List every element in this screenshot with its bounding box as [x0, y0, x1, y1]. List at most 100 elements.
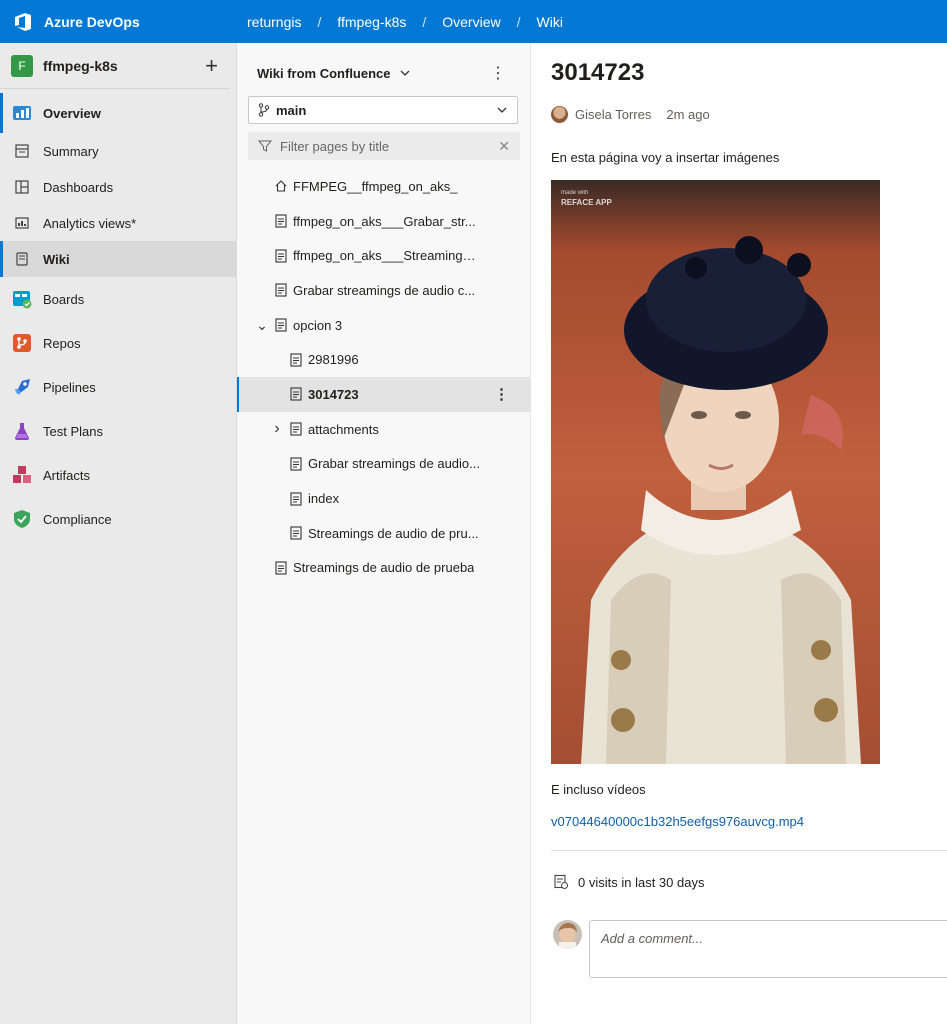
embedded-image: made with REFACE APP [551, 180, 880, 764]
page-author-row: Gisela Torres 2m ago [551, 106, 710, 123]
nav-item-overview[interactable]: Overview [0, 93, 236, 133]
tree-item[interactable]: FFMPEG__ffmpeg_on_aks_ [237, 169, 531, 204]
tree-item[interactable]: Streamings de audio de prueba [237, 551, 531, 586]
page-visits: 0 visits in last 30 days [553, 874, 704, 890]
nav-label-overview: Overview [43, 105, 101, 121]
breadcrumb-project[interactable]: ffmpeg-k8s [337, 14, 406, 30]
chevron-right-icon[interactable]: › [270, 420, 284, 438]
nav-label-repos: Repos [43, 335, 81, 351]
brand[interactable]: Azure DevOps [0, 11, 237, 33]
add-icon[interactable]: + [205, 54, 218, 77]
branch-icon [258, 103, 270, 117]
dashboards-icon [12, 177, 32, 197]
nav-label-boards: Boards [43, 291, 85, 307]
tree-item[interactable]: index [237, 481, 531, 516]
more-options-icon[interactable]: ⋮ [490, 63, 506, 83]
tree-item[interactable]: Streamings de audio de pru... [237, 516, 531, 551]
tree-item[interactable]: Grabar streamings de audio c... [237, 273, 531, 308]
author-name[interactable]: Gisela Torres [575, 107, 651, 122]
wiki-page-content: 3014723 Gisela Torres 2m ago En esta pág… [531, 43, 947, 1024]
nav-label-test-plans: Test Plans [43, 423, 103, 439]
nav-item-summary[interactable]: Summary [0, 133, 236, 169]
artifacts-icon [12, 465, 32, 485]
nav-item-wiki[interactable]: Wiki [0, 241, 236, 277]
overview-icon [12, 103, 32, 123]
tree-item-label: Streamings de audio de pru... [308, 525, 479, 541]
top-bar: Azure DevOps returngis / ffmpeg-k8s / Ov… [0, 0, 947, 43]
clear-filter-icon[interactable]: ✕ [498, 138, 510, 155]
tree-item-label: index [308, 491, 340, 507]
project-header[interactable]: F ffmpeg-k8s + [0, 43, 230, 89]
chevron-down-icon [400, 70, 409, 76]
breadcrumb-separator: / [422, 13, 427, 30]
nav-label-artifacts: Artifacts [43, 467, 90, 483]
nav-item-compliance[interactable]: Compliance [0, 497, 236, 541]
breadcrumb-wiki[interactable]: Wiki [537, 14, 563, 30]
wiki-selector[interactable]: Wiki from Confluence ⋮ [257, 63, 510, 83]
page-icon [290, 353, 302, 367]
page-icon [275, 214, 287, 228]
chevron-down-icon [497, 107, 507, 113]
boards-icon [12, 289, 32, 309]
author-avatar [551, 106, 568, 123]
more-options-icon[interactable]: ⋮ [494, 385, 509, 403]
home-icon [275, 180, 287, 192]
page-stats-icon [554, 874, 568, 889]
commenter-avatar [553, 920, 582, 949]
tree-item-label: Grabar streamings de audio... [308, 456, 480, 472]
page-icon [290, 457, 302, 471]
nav-label-pipelines: Pipelines [43, 379, 96, 395]
tree-item-label: ffmpeg_on_aks___Streamings... [293, 248, 479, 264]
chevron-down-icon[interactable]: ⌄ [255, 318, 269, 332]
nav-item-boards[interactable]: Boards [0, 277, 236, 321]
page-icon [275, 283, 287, 297]
filter-placeholder: Filter pages by title [280, 138, 390, 154]
breadcrumb-org[interactable]: returngis [247, 14, 301, 30]
page-icon [275, 318, 287, 332]
branch-selector[interactable]: main [248, 96, 518, 124]
tree-item[interactable]: Grabar streamings de audio... [237, 447, 531, 482]
nav-item-pipelines[interactable]: Pipelines [0, 365, 236, 409]
repos-icon [12, 333, 32, 353]
tree-item[interactable]: ffmpeg_on_aks___Streamings... [237, 238, 531, 273]
watermark-text: REFACE APP [561, 198, 612, 207]
nav-item-repos[interactable]: Repos [0, 321, 236, 365]
nav-item-artifacts[interactable]: Artifacts [0, 453, 236, 497]
tree-item[interactable]: ⌄ opcion 3 [237, 308, 531, 343]
page-icon [275, 249, 287, 263]
page-icon [290, 491, 302, 506]
left-nav: F ffmpeg-k8s + Overview Summary Dashboar… [0, 43, 237, 1024]
tree-item-label: ffmpeg_on_aks___Grabar_str... [293, 213, 476, 229]
add-comment-input[interactable]: Add a comment... [589, 920, 947, 978]
edit-time: 2m ago [666, 107, 710, 122]
breadcrumb-overview[interactable]: Overview [442, 14, 500, 30]
portrait-illustration: made with REFACE APP [551, 180, 880, 764]
pipelines-icon [12, 377, 32, 397]
tree-item[interactable]: 2981996 [237, 342, 531, 377]
breadcrumb-separator: / [516, 13, 521, 30]
nav-label-dashboards: Dashboards [43, 179, 114, 195]
tree-item-label: opcion 3 [293, 317, 343, 333]
tree-item[interactable]: › attachments [237, 412, 531, 447]
divider [551, 850, 947, 851]
nav-item-dashboards[interactable]: Dashboards [0, 169, 236, 205]
compliance-icon [12, 509, 32, 529]
wiki-tree-panel: Wiki from Confluence ⋮ main Filter pages… [237, 43, 531, 1024]
wiki-page-tree: FFMPEG__ffmpeg_on_aks_ ffmpeg_on_aks___Gr… [237, 169, 531, 585]
video-attachment-link[interactable]: v07044640000c1b32h5eefgs976auvcg.mp4 [551, 814, 804, 829]
tree-item[interactable]: ffmpeg_on_aks___Grabar_str... [237, 204, 531, 239]
watermark-text: made with [561, 190, 588, 196]
wiki-title: Wiki from Confluence [257, 65, 391, 81]
tree-item[interactable]: 3014723 ⋮ [237, 377, 531, 412]
project-name: ffmpeg-k8s [43, 57, 118, 74]
tree-item-label: attachments [308, 421, 379, 437]
nav-item-test-plans[interactable]: Test Plans [0, 409, 236, 453]
tree-item-label: Grabar streamings de audio c... [293, 282, 476, 298]
page-icon [290, 387, 302, 402]
nav-label-wiki: Wiki [43, 251, 70, 267]
page-paragraph: En esta página voy a insertar imágenes [551, 150, 780, 165]
filter-pages-input[interactable]: Filter pages by title ✕ [248, 132, 520, 160]
nav-item-analytics-views[interactable]: Analytics views* [0, 205, 236, 241]
tree-item-label: 2981996 [308, 352, 359, 368]
page-paragraph: E incluso vídeos [551, 782, 646, 797]
